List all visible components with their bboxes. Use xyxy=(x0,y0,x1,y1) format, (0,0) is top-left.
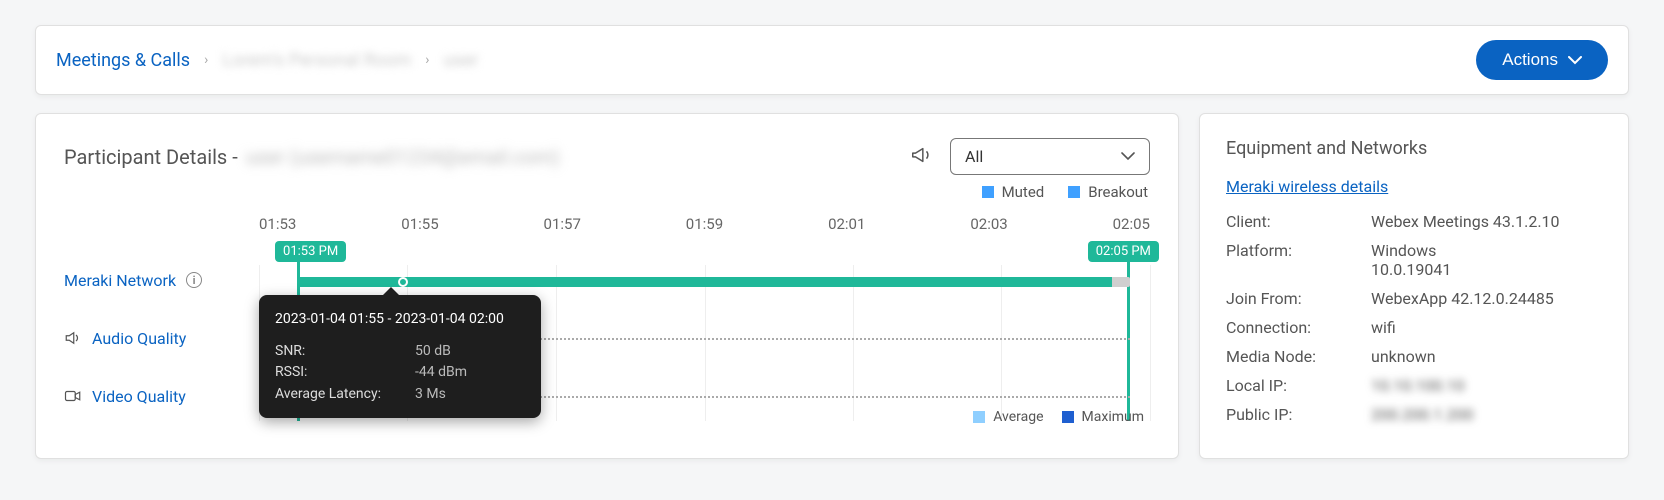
filter-select[interactable]: All xyxy=(950,138,1150,175)
row-meraki-label: Meraki Network xyxy=(64,271,176,290)
meraki-track-unknown-segment xyxy=(1112,277,1130,287)
client-label: Client: xyxy=(1226,212,1371,231)
title-redacted: user (username01234@email.com) xyxy=(246,145,560,169)
connection-label: Connection: xyxy=(1226,318,1371,337)
legend-maximum: Maximum xyxy=(1062,409,1144,425)
row-labels: Meraki Network i Audio Quality Video Qua… xyxy=(64,215,259,425)
publicip-value: 200.200.1.200 xyxy=(1371,405,1474,424)
chevron-right-icon: › xyxy=(204,52,208,68)
tooltip-snr-value: 50 dB xyxy=(415,341,451,363)
row-video[interactable]: Video Quality xyxy=(64,367,259,425)
card-title: Participant Details - user (username0123… xyxy=(64,145,896,169)
side-title: Equipment and Networks xyxy=(1226,138,1602,159)
localip-label: Local IP: xyxy=(1226,376,1371,395)
chevron-right-icon: › xyxy=(425,52,429,68)
start-time-badge: 01:53 PM xyxy=(275,241,346,262)
meraki-details-link[interactable]: Meraki wireless details xyxy=(1226,177,1388,196)
tooltip-latency-value: 3 Ms xyxy=(415,384,446,406)
x-tick: 01:55 xyxy=(401,215,438,241)
row-meraki[interactable]: Meraki Network i xyxy=(64,251,259,309)
row-audio[interactable]: Audio Quality xyxy=(64,309,259,367)
legend-muted: Muted xyxy=(982,183,1045,201)
actions-button[interactable]: Actions xyxy=(1476,40,1608,80)
breadcrumb-root[interactable]: Meetings & Calls xyxy=(56,50,190,71)
legend-average: Average xyxy=(973,409,1043,425)
legend-top: Muted Breakout xyxy=(64,183,1148,201)
megaphone-icon[interactable] xyxy=(910,144,932,170)
localip-value: 10.10.100.10 xyxy=(1371,376,1465,395)
joinfrom-label: Join From: xyxy=(1226,289,1371,308)
connection-value: wifi xyxy=(1371,318,1396,337)
platform-label: Platform: xyxy=(1226,241,1371,279)
end-time-badge: 02:05 PM xyxy=(1088,241,1159,262)
breadcrumb-room[interactable]: Lorem's Personal Room xyxy=(222,50,411,71)
chevron-down-icon xyxy=(1121,152,1135,161)
legend-breakout: Breakout xyxy=(1068,183,1148,201)
tooltip-range: 2023-01-04 01:55 - 2023-01-04 02:00 xyxy=(275,309,525,331)
tooltip-rssi-label: RSSI: xyxy=(275,362,415,384)
video-icon xyxy=(64,387,82,405)
tooltip-rssi-value: -44 dBm xyxy=(415,362,467,384)
speaker-icon xyxy=(64,329,82,347)
client-value: Webex Meetings 43.1.2.10 xyxy=(1371,212,1560,231)
row-audio-label: Audio Quality xyxy=(92,329,186,348)
meraki-track[interactable] xyxy=(297,277,1130,287)
hover-tooltip: 2023-01-04 01:55 - 2023-01-04 02:00 SNR:… xyxy=(259,295,541,418)
x-tick: 02:05 xyxy=(1113,215,1150,241)
platform-value: Windows10.0.19041 xyxy=(1371,241,1451,279)
filter-value: All xyxy=(965,147,983,166)
x-tick: 01:57 xyxy=(544,215,581,241)
equipment-networks-card: Equipment and Networks Meraki wireless d… xyxy=(1199,113,1629,459)
publicip-label: Public IP: xyxy=(1226,405,1371,424)
header-bar: Meetings & Calls › Lorem's Personal Room… xyxy=(35,25,1629,95)
tooltip-snr-label: SNR: xyxy=(275,341,415,363)
legend-bottom: Average Maximum xyxy=(973,409,1144,425)
breadcrumb-extra: user xyxy=(443,50,478,71)
info-icon[interactable]: i xyxy=(186,272,202,288)
medianode-value: unknown xyxy=(1371,347,1436,366)
medianode-label: Media Node: xyxy=(1226,347,1371,366)
tooltip-latency-label: Average Latency: xyxy=(275,384,415,406)
joinfrom-value: WebexApp 42.12.0.24485 xyxy=(1371,289,1554,308)
x-tick: 02:01 xyxy=(828,215,865,241)
timeline-chart[interactable]: 01:53 01:55 01:57 01:59 02:01 02:03 02:0… xyxy=(259,215,1150,425)
chevron-down-icon xyxy=(1568,56,1582,65)
x-tick: 01:53 xyxy=(259,215,296,241)
participant-details-card: Participant Details - user (username0123… xyxy=(35,113,1179,459)
row-video-label: Video Quality xyxy=(92,387,186,406)
hover-marker xyxy=(398,277,408,287)
x-tick: 01:59 xyxy=(686,215,723,241)
actions-label: Actions xyxy=(1502,50,1558,70)
breadcrumb: Meetings & Calls › Lorem's Personal Room… xyxy=(56,50,478,71)
x-axis: 01:53 01:55 01:57 01:59 02:01 02:03 02:0… xyxy=(259,215,1150,241)
title-prefix: Participant Details - xyxy=(64,145,238,169)
x-tick: 02:03 xyxy=(970,215,1007,241)
